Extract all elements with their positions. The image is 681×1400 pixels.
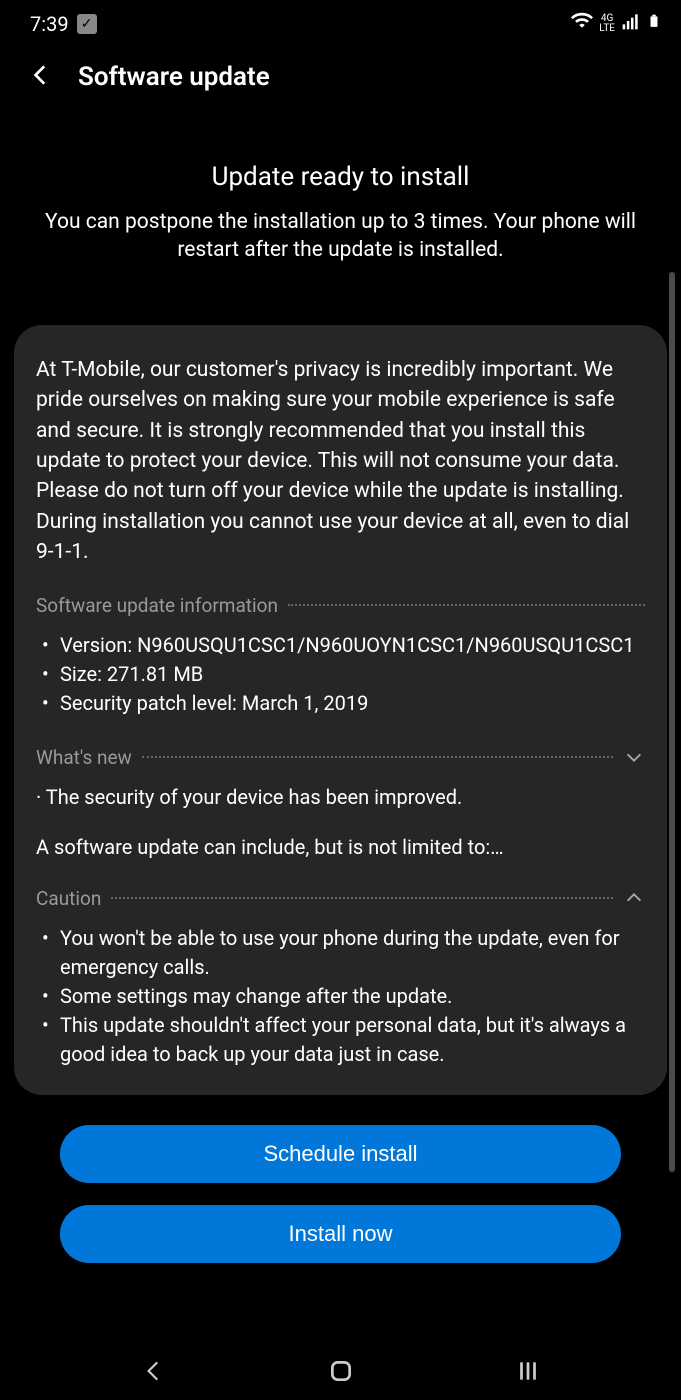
subhead: You can postpone the installation up to … <box>0 208 681 265</box>
checkbox-icon: ✓ <box>77 14 97 34</box>
info-list: Version: N960USQU1CSC1/N960UOYN1CSC1/N96… <box>36 631 645 718</box>
chevron-up-icon <box>623 887 645 909</box>
whatsnew-subtext: A software update can include, but is no… <box>36 833 645 861</box>
list-item: Some settings may change after the updat… <box>40 982 645 1011</box>
caution-label: Caution <box>36 887 101 910</box>
chevron-down-icon <box>623 746 645 768</box>
nav-home-icon[interactable] <box>328 1358 354 1388</box>
list-item: Version: N960USQU1CSC1/N960UOYN1CSC1/N96… <box>40 631 645 660</box>
signal-icon <box>621 11 641 36</box>
network-type-icon: 4GLTE <box>599 14 615 34</box>
nav-back-icon[interactable] <box>141 1358 167 1388</box>
nav-recents-icon[interactable] <box>515 1358 541 1388</box>
page-title: Software update <box>78 62 270 92</box>
app-bar: Software update <box>0 42 681 112</box>
whatsnew-text: · The security of your device has been i… <box>36 783 645 811</box>
caution-list: You won't be able to use your phone duri… <box>36 924 645 1069</box>
headline: Update ready to install <box>0 162 681 192</box>
status-time: 7:39 <box>30 12 69 36</box>
scrollbar[interactable] <box>669 272 675 1172</box>
list-item: Size: 271.81 MB <box>40 660 645 689</box>
navigation-bar <box>0 1345 681 1400</box>
schedule-install-button[interactable]: Schedule install <box>60 1125 621 1183</box>
status-bar: 7:39 ✓ 4GLTE <box>0 0 681 42</box>
wifi-icon <box>571 10 593 37</box>
whatsnew-header[interactable]: What's new <box>36 746 645 769</box>
whatsnew-label: What's new <box>36 746 132 769</box>
list-item: This update shouldn't affect your person… <box>40 1011 645 1069</box>
info-section-label: Software update information <box>36 594 278 617</box>
install-now-button[interactable]: Install now <box>60 1205 621 1263</box>
battery-icon <box>647 10 661 37</box>
list-item: You won't be able to use your phone duri… <box>40 924 645 982</box>
divider-dots <box>111 897 613 899</box>
divider-dots <box>142 756 613 758</box>
update-details-card: At T-Mobile, our customer's privacy is i… <box>14 325 667 1095</box>
list-item: Security patch level: March 1, 2019 <box>40 689 645 718</box>
back-icon[interactable] <box>28 62 54 92</box>
divider-dots <box>288 604 645 606</box>
caution-header[interactable]: Caution <box>36 887 645 910</box>
carrier-message: At T-Mobile, our customer's privacy is i… <box>36 355 645 568</box>
info-section-header: Software update information <box>36 594 645 617</box>
